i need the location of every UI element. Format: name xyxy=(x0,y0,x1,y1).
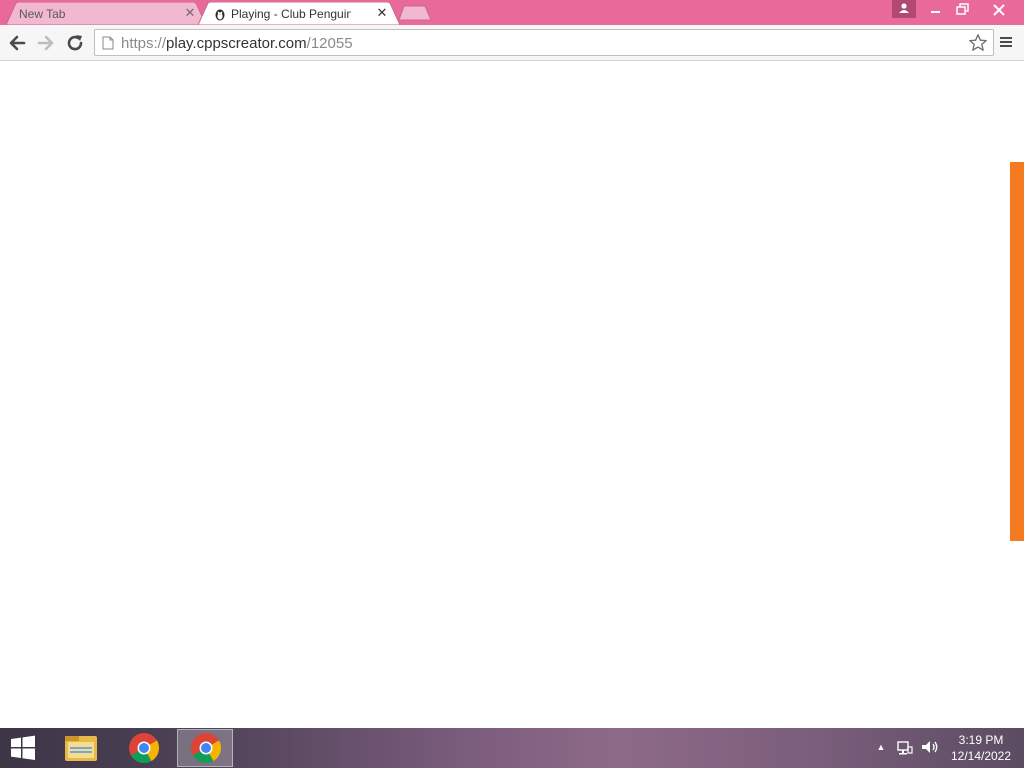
tab-club-penguin[interactable]: Playing - Club Penguin ✕ xyxy=(198,2,400,25)
chrome-icon xyxy=(129,733,159,764)
taskbar-chrome[interactable] xyxy=(116,729,172,767)
tab-label: New Tab xyxy=(19,7,66,21)
menu-icon[interactable] xyxy=(998,34,1014,50)
taskbar-chrome-active[interactable] xyxy=(177,729,233,767)
address-bar[interactable]: https://play.cppscreator.com/12055 xyxy=(94,29,994,56)
page-content xyxy=(0,61,1024,728)
new-tab-button[interactable] xyxy=(398,5,432,21)
tab-new-tab[interactable]: New Tab ✕ xyxy=(6,2,206,25)
show-hidden-icons-icon[interactable]: ▲ xyxy=(874,740,888,754)
restore-button[interactable] xyxy=(948,0,976,20)
minimize-button[interactable] xyxy=(922,0,950,20)
orange-side-tab[interactable] xyxy=(1010,162,1024,541)
url-path: /12055 xyxy=(306,35,353,52)
network-icon[interactable] xyxy=(896,738,914,756)
folder-icon xyxy=(65,736,97,761)
windows-taskbar: ▲ 3:19 PM 12/14/2022 xyxy=(0,728,1024,768)
url-text[interactable]: https://play.cppscreator.com/12055 xyxy=(121,35,353,52)
url-scheme: https:// xyxy=(121,35,167,52)
penguin-icon xyxy=(215,9,225,21)
browser-toolbar: https://play.cppscreator.com/12055 xyxy=(0,25,1024,61)
restore-icon xyxy=(956,3,969,15)
close-icon xyxy=(993,4,1005,16)
clock-time: 3:19 PM xyxy=(958,733,1004,747)
taskbar-clock[interactable]: 3:19 PM 12/14/2022 xyxy=(946,732,1016,764)
tab-label: Playing - Club Penguin xyxy=(231,7,351,21)
volume-icon[interactable] xyxy=(920,738,940,756)
reload-icon[interactable] xyxy=(63,31,87,55)
back-arrow-icon[interactable] xyxy=(5,31,29,55)
minimize-icon xyxy=(931,11,940,13)
bookmark-star-icon[interactable] xyxy=(968,33,988,53)
profile-button[interactable] xyxy=(892,0,916,18)
close-icon[interactable]: ✕ xyxy=(183,6,197,20)
chrome-icon xyxy=(191,733,221,764)
taskbar-file-explorer[interactable] xyxy=(54,729,110,767)
page-icon xyxy=(102,36,114,50)
close-icon[interactable]: ✕ xyxy=(375,6,389,20)
windows-start-icon[interactable] xyxy=(6,733,40,763)
close-window-button[interactable] xyxy=(982,0,1016,20)
person-icon xyxy=(899,3,909,13)
forward-arrow-icon[interactable] xyxy=(34,31,58,55)
url-host: play.cppscreator.com xyxy=(166,35,307,52)
browser-titlebar: New Tab ✕ Playing - Club Penguin ✕ xyxy=(0,0,1024,25)
clock-date: 12/14/2022 xyxy=(950,749,1012,763)
